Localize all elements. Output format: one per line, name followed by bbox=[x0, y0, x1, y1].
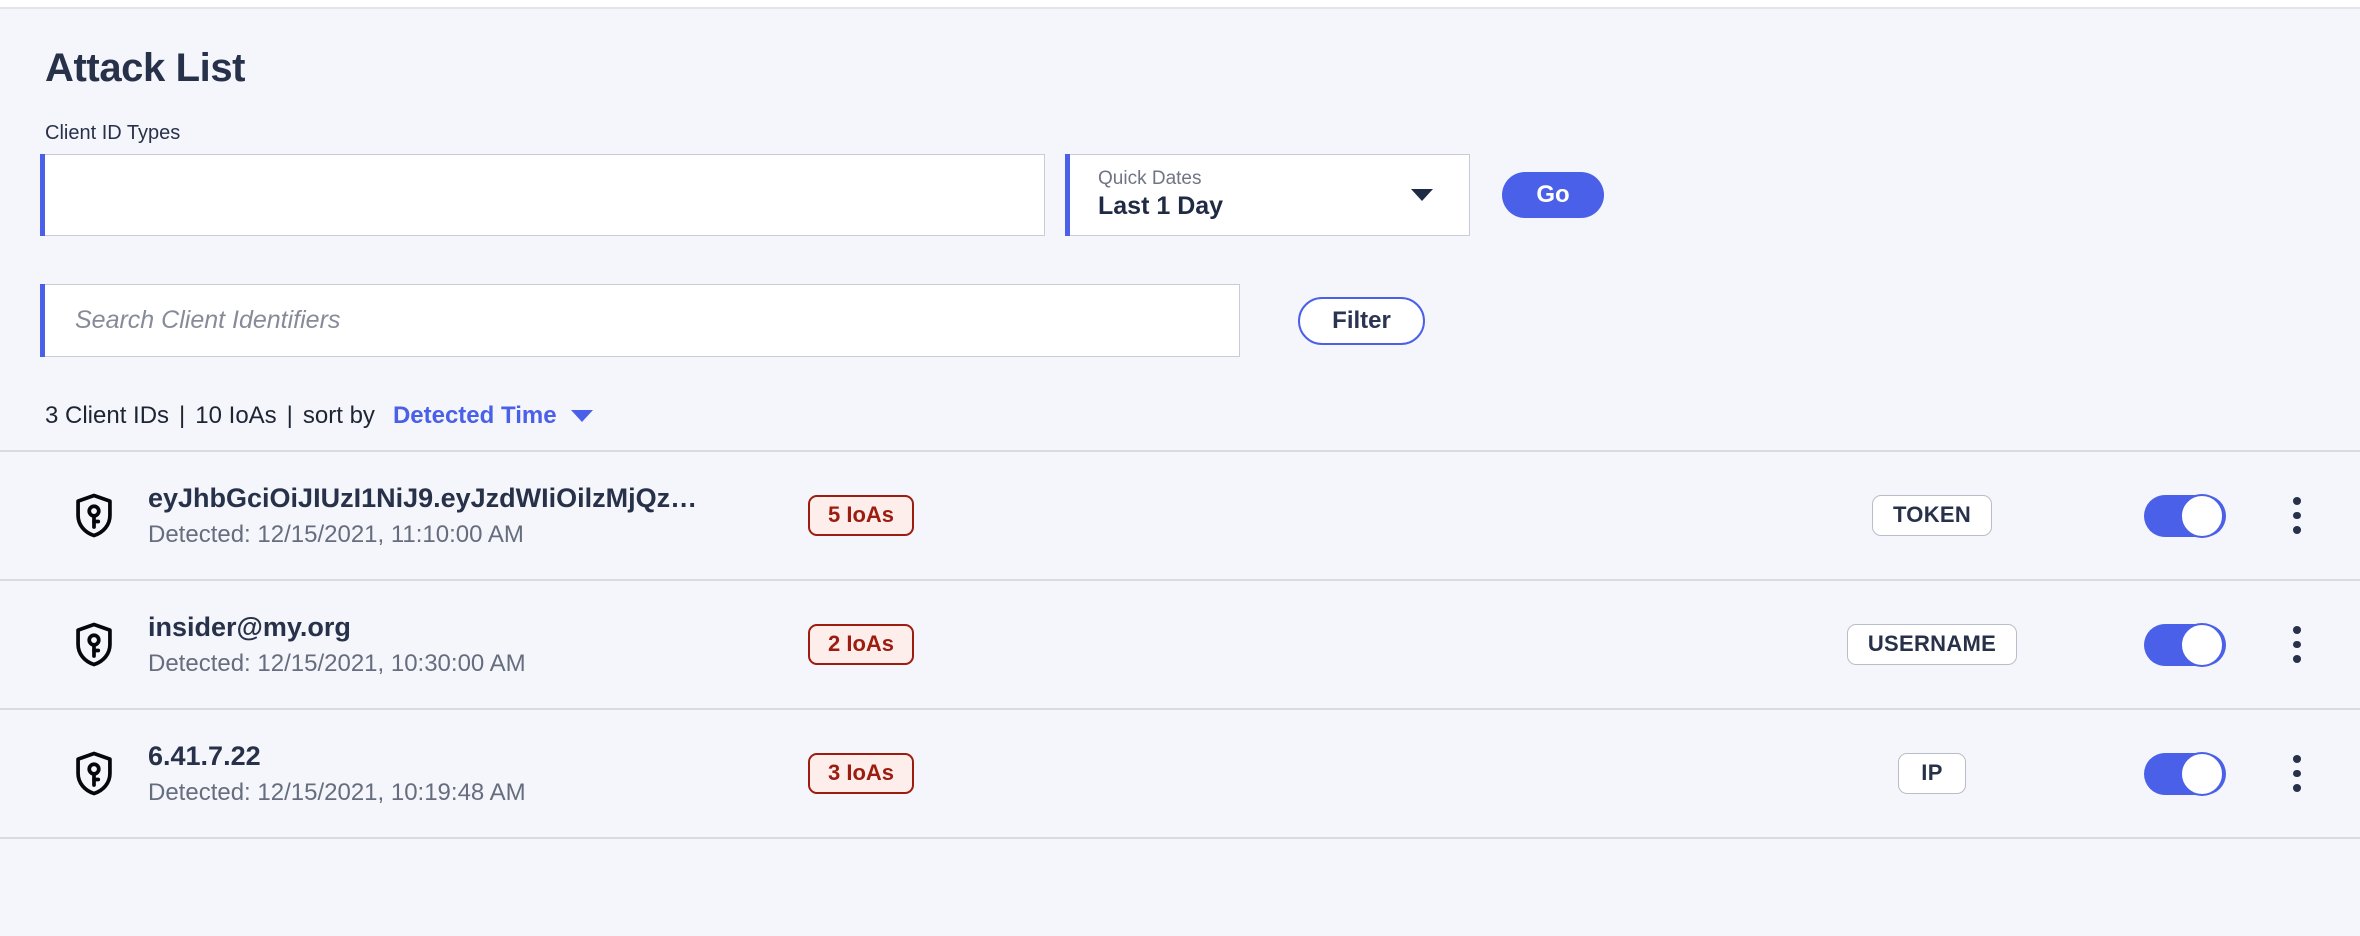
top-border-strip bbox=[0, 0, 2360, 9]
chevron-down-icon[interactable] bbox=[570, 410, 593, 422]
search-row: Filter bbox=[0, 284, 2360, 357]
search-client-identifiers-field[interactable] bbox=[40, 284, 1240, 357]
toggle-cell bbox=[2092, 751, 2277, 796]
ioas-count: 10 IoAs bbox=[195, 402, 277, 429]
toggle-cell bbox=[2092, 622, 2277, 667]
row-enable-toggle[interactable] bbox=[2143, 751, 2226, 796]
sort-by-label: sort by bbox=[302, 402, 375, 429]
search-input[interactable] bbox=[45, 285, 1239, 356]
client-id-type-badge: USERNAME bbox=[1846, 624, 2018, 665]
attack-list-page: Attack List Client ID Types Quick Dates … bbox=[0, 9, 2360, 936]
client-identifier: 6.41.7.22 bbox=[148, 740, 261, 771]
attack-list: eyJhbGciOiJIUzI1NiJ9.eyJzdWIiOilzMjQz… D… bbox=[0, 450, 2360, 839]
ioa-count-badge[interactable]: 5 IoAs bbox=[808, 495, 915, 536]
toggle-cell bbox=[2092, 493, 2277, 538]
type-badge-cell: IP bbox=[1772, 753, 2092, 794]
client-identifier: eyJhbGciOiJIUzI1NiJ9.eyJzdWIiOilzMjQz… bbox=[148, 482, 698, 513]
filter-button[interactable]: Filter bbox=[1298, 296, 1425, 345]
row-main: eyJhbGciOiJIUzI1NiJ9.eyJzdWIiOilzMjQz… D… bbox=[148, 483, 758, 549]
shield-key-icon bbox=[70, 492, 118, 540]
chevron-down-icon[interactable] bbox=[1411, 189, 1433, 201]
type-badge-cell: USERNAME bbox=[1772, 624, 2092, 665]
client-identifier: insider@my.org bbox=[148, 611, 351, 642]
shield-key-icon bbox=[70, 621, 118, 669]
type-badge-cell: TOKEN bbox=[1772, 495, 2092, 536]
client-id-types-field[interactable] bbox=[40, 154, 1045, 236]
summary-separator-2: | bbox=[286, 402, 293, 429]
row-main: 6.41.7.22 Detected: 12/15/2021, 10:19:48… bbox=[148, 741, 758, 807]
go-button[interactable]: Go bbox=[1502, 172, 1604, 218]
table-row[interactable]: eyJhbGciOiJIUzI1NiJ9.eyJzdWIiOilzMjQz… D… bbox=[0, 452, 2360, 581]
summary-separator-1: | bbox=[179, 402, 186, 429]
page-title: Attack List bbox=[45, 46, 246, 90]
client-ids-count: 3 Client IDs bbox=[45, 402, 170, 429]
quick-dates-caption: Quick Dates bbox=[1098, 168, 1202, 190]
row-enable-toggle[interactable] bbox=[2143, 622, 2226, 667]
row-enable-toggle[interactable] bbox=[2143, 493, 2226, 538]
row-main: insider@my.org Detected: 12/15/2021, 10:… bbox=[148, 612, 758, 678]
kebab-menu-icon[interactable] bbox=[2277, 494, 2317, 538]
kebab-menu-icon[interactable] bbox=[2277, 623, 2317, 667]
client-id-types-label: Client ID Types bbox=[45, 122, 181, 144]
detected-time: Detected: 12/15/2021, 11:10:00 AM bbox=[148, 520, 524, 548]
filters-row: Client ID Types Quick Dates Last 1 Day G… bbox=[0, 123, 2360, 236]
kebab-menu-icon[interactable] bbox=[2277, 752, 2317, 796]
table-row[interactable]: 6.41.7.22 Detected: 12/15/2021, 10:19:48… bbox=[0, 710, 2360, 839]
sort-by-value[interactable]: Detected Time bbox=[393, 402, 557, 430]
client-id-types-input[interactable] bbox=[45, 155, 1044, 235]
ioa-count-badge[interactable]: 2 IoAs bbox=[808, 624, 915, 665]
client-id-type-badge: IP bbox=[1898, 753, 1966, 794]
ioa-count-badge[interactable]: 3 IoAs bbox=[808, 753, 915, 794]
summary-bar: 3 Client IDs | 10 IoAs | sort by Detecte… bbox=[0, 402, 2360, 430]
quick-dates-select[interactable]: Quick Dates Last 1 Day bbox=[1065, 154, 1470, 236]
shield-key-icon bbox=[70, 750, 118, 798]
detected-time: Detected: 12/15/2021, 10:19:48 AM bbox=[148, 778, 526, 806]
table-row[interactable]: insider@my.org Detected: 12/15/2021, 10:… bbox=[0, 581, 2360, 710]
detected-time: Detected: 12/15/2021, 10:30:00 AM bbox=[148, 649, 526, 677]
client-id-type-badge: TOKEN bbox=[1871, 495, 1993, 536]
client-id-types-group: Client ID Types bbox=[40, 122, 1045, 236]
